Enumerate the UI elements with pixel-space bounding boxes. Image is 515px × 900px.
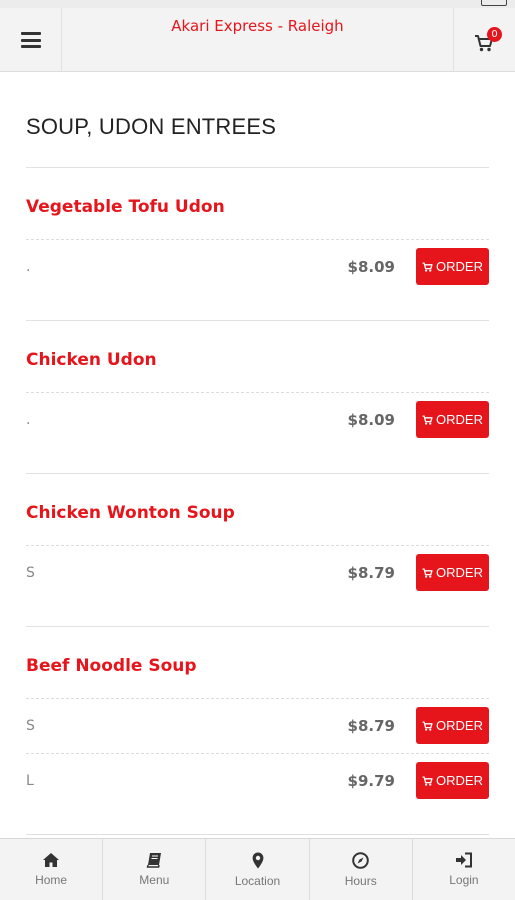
- order-button[interactable]: ORDER: [416, 554, 489, 591]
- menu-item: Beef Noodle Soup S $8.79 ORDER L $9.79 ORDER: [26, 627, 489, 835]
- battery-icon: [481, 0, 507, 6]
- item-name: Chicken Udon: [26, 350, 157, 370]
- cart-button[interactable]: 0: [453, 8, 515, 72]
- variant-price: $8.79: [347, 717, 395, 735]
- order-button-label: ORDER: [436, 259, 483, 274]
- cart-icon: [422, 414, 433, 425]
- item-name: Vegetable Tofu Udon: [26, 197, 225, 217]
- variant-size: L: [26, 773, 34, 789]
- item-name: Chicken Wonton Soup: [26, 503, 235, 523]
- item-variant-row: L $9.79 ORDER: [26, 753, 489, 808]
- item-variant-row: S $8.79 ORDER: [26, 545, 489, 600]
- order-button[interactable]: ORDER: [416, 401, 489, 438]
- cart-icon: [422, 720, 433, 731]
- sign-in-icon: [455, 852, 472, 868]
- nav-home[interactable]: Home: [0, 839, 104, 900]
- menu-button[interactable]: [0, 8, 62, 72]
- variant-price: $9.79: [347, 772, 395, 790]
- order-button-label: ORDER: [436, 565, 483, 580]
- menu-item: Vegetable Tofu Udon. $8.09 ORDER: [26, 168, 489, 321]
- cart-count-badge: 0: [487, 27, 502, 42]
- menu-content: SOUP, UDON ENTREES Vegetable Tofu Udon. $…: [26, 72, 489, 835]
- order-button[interactable]: ORDER: [416, 248, 489, 285]
- variant-size: .: [26, 259, 31, 275]
- cart-icon: [422, 567, 433, 578]
- home-icon: [43, 853, 60, 867]
- app-header: Akari Express - Raleigh 0: [0, 8, 515, 72]
- variant-size: .: [26, 412, 31, 428]
- book-icon: [146, 853, 162, 868]
- order-button-label: ORDER: [436, 412, 483, 427]
- order-button[interactable]: ORDER: [416, 762, 489, 799]
- divider: [26, 834, 489, 835]
- order-button-label: ORDER: [436, 773, 483, 788]
- status-bar: [0, 0, 515, 8]
- section-title: SOUP, UDON ENTREES: [26, 114, 277, 139]
- nav-label: Hours: [344, 874, 377, 888]
- nav-menu[interactable]: Menu: [103, 839, 207, 900]
- variant-price: $8.09: [347, 258, 395, 276]
- order-button[interactable]: ORDER: [416, 707, 489, 744]
- variant-price: $8.79: [347, 564, 395, 582]
- compass-icon: [352, 852, 370, 869]
- map-marker-icon: [252, 852, 263, 869]
- nav-label: Login: [449, 873, 479, 887]
- variant-price: $8.09: [347, 411, 395, 429]
- item-variant-row: S $8.79 ORDER: [26, 698, 489, 753]
- hamburger-icon: [20, 32, 41, 48]
- nav-label: Home: [35, 873, 68, 887]
- order-button-label: ORDER: [436, 718, 483, 733]
- nav-hours[interactable]: Hours: [310, 839, 413, 900]
- nav-login[interactable]: Login: [413, 839, 515, 900]
- menu-item: Chicken Udon. $8.09 ORDER: [26, 321, 489, 474]
- cart-icon: [422, 261, 433, 272]
- variant-size: S: [26, 718, 35, 734]
- item-name: Beef Noodle Soup: [26, 656, 197, 676]
- nav-label: Location: [234, 874, 281, 888]
- bottom-navigation: Home Menu Location Hours Login: [0, 838, 515, 900]
- item-variant-row: . $8.09 ORDER: [26, 239, 489, 294]
- menu-items-list: Vegetable Tofu Udon. $8.09 ORDER Chicken Ud…: [26, 168, 489, 835]
- variant-size: S: [26, 565, 35, 581]
- item-variant-row: . $8.09 ORDER: [26, 392, 489, 447]
- nav-label: Menu: [139, 873, 170, 887]
- menu-item: Chicken Wonton Soup S $8.79 ORDER: [26, 474, 489, 627]
- cart-icon: [422, 775, 433, 786]
- restaurant-title: Akari Express - Raleigh: [171, 17, 344, 35]
- nav-location[interactable]: Location: [206, 839, 310, 900]
